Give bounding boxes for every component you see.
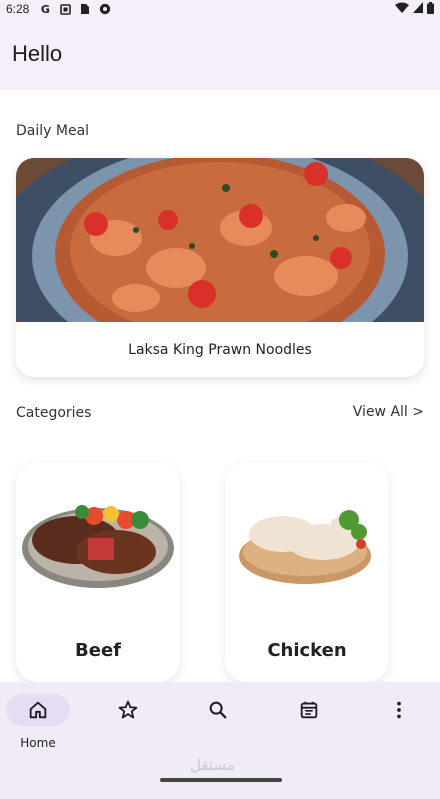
nav-item-home[interactable]: Home [6,694,70,750]
category-name-chicken: Chicken [267,640,347,661]
main-content[interactable]: Daily Meal Laksa King Prawn Noodles Cate… [0,90,440,682]
gesture-bar[interactable] [160,778,282,782]
daily-meal-label: Daily Meal [16,123,90,139]
daily-meal-image [16,158,424,322]
nav-active-indicator [6,694,70,726]
category-name-beef: Beef [75,640,121,661]
nav-item-favorites[interactable] [96,694,160,750]
watermark: مستقل [190,756,235,774]
search-icon [209,701,227,719]
bottom-navigation: Home مستقل [0,682,440,799]
daily-meal-title: Laksa King Prawn Noodles [128,341,312,358]
status-bar: 6:28 G [0,0,440,18]
chicken-image [239,510,371,584]
status-time: 6:28 [6,2,30,16]
battery-icon [427,1,434,17]
daily-meal-card[interactable]: Laksa King Prawn Noodles [16,158,424,377]
category-card-beef[interactable]: Beef [16,462,180,682]
google-icon: G [40,2,50,16]
nav-item-search[interactable] [186,694,250,750]
nav-item-calendar[interactable] [277,694,341,750]
category-card-chicken[interactable]: Chicken [225,462,389,682]
star-icon [118,700,138,719]
signal-icon [413,2,423,16]
home-icon [29,701,47,719]
view-all-link[interactable]: View All > [353,404,424,420]
nav-item-more[interactable] [367,694,431,750]
notification-icon [59,3,71,15]
sim-icon [79,3,91,15]
more-vert-icon [397,701,401,719]
calendar-icon [300,701,318,719]
wifi-icon [395,2,409,16]
app-bar: Hello [0,18,440,90]
categories-label: Categories [16,405,92,421]
soccer-icon [99,3,111,15]
nav-label-home: Home [20,736,56,750]
beef-image [22,505,174,588]
page-title: Hello [12,41,63,66]
